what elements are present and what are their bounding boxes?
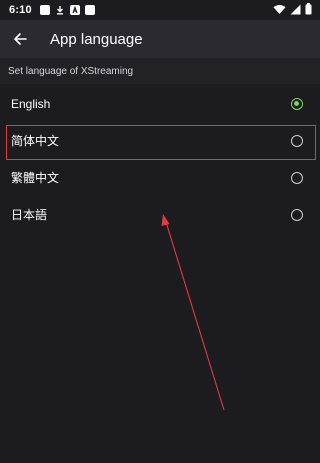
download-icon: [55, 5, 65, 15]
arrow-left-icon: [14, 33, 27, 45]
option-label: 繁體中文: [11, 171, 60, 185]
section-header: Set language of XStreaming: [0, 58, 320, 84]
notification-icons: [39, 5, 95, 15]
option-label: English: [11, 96, 51, 111]
section-title: Set language of XStreaming: [8, 65, 134, 77]
wifi-icon: [273, 4, 286, 18]
language-option-japanese[interactable]: 日本語: [0, 196, 320, 233]
radio-button-selected[interactable]: [291, 97, 303, 110]
language-option-english[interactable]: English: [0, 85, 320, 122]
app-bar: App language: [0, 20, 320, 58]
option-label: 日本語: [11, 208, 48, 222]
system-icons: [273, 3, 312, 18]
square-notification-icon: [84, 5, 95, 15]
status-time: 6:10: [9, 4, 32, 16]
language-option-list: English 简体中文 繁體中文 日本語: [0, 85, 320, 233]
a-badge-icon: [69, 5, 80, 15]
language-option-simplified-chinese[interactable]: 简体中文: [0, 122, 320, 159]
option-label: 简体中文: [11, 134, 60, 148]
radio-button[interactable]: [291, 208, 303, 221]
back-button[interactable]: [8, 27, 32, 51]
radio-button[interactable]: [291, 171, 303, 184]
app-notification-icon: [39, 5, 50, 15]
language-option-traditional-chinese[interactable]: 繁體中文: [0, 159, 320, 196]
battery-icon: [305, 3, 312, 18]
page-title: App language: [50, 30, 143, 48]
status-bar: 6:10: [0, 0, 320, 20]
radio-button[interactable]: [291, 134, 303, 147]
signal-icon: [290, 4, 301, 18]
